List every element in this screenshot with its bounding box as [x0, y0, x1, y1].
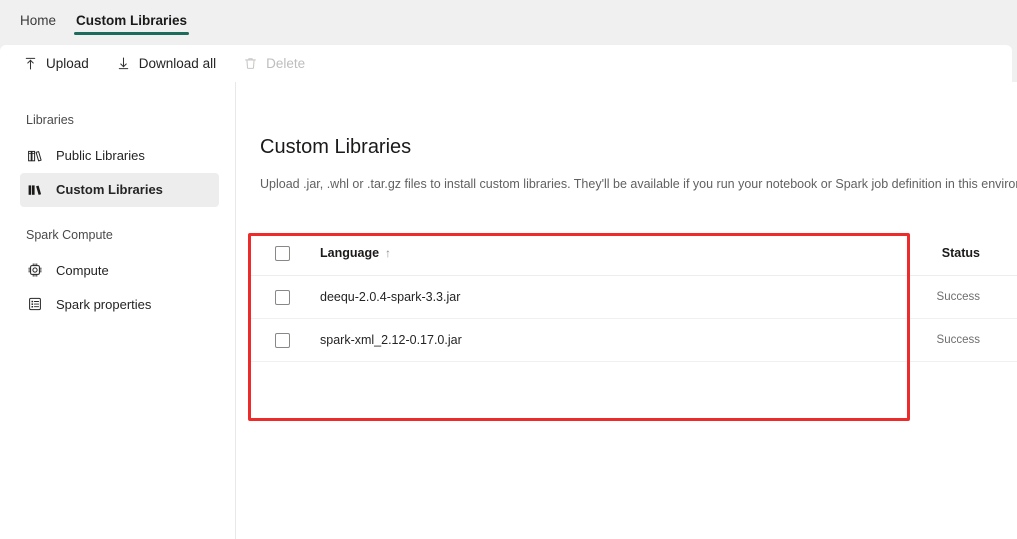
books-filled-icon: [26, 181, 44, 199]
upload-button[interactable]: Upload: [12, 50, 99, 77]
page-body: Libraries Public Libraries Custom Librar…: [0, 82, 1017, 539]
row-status-value: Success: [936, 334, 980, 346]
sidebar-group-title-spark-compute: Spark Compute: [26, 227, 113, 242]
row-language-value: deequ-2.0.4-spark-3.3.jar: [320, 290, 461, 304]
upload-button-label: Upload: [46, 55, 89, 71]
row-status-value: Success: [936, 291, 980, 303]
sidebar-item-label-public-libraries: Public Libraries: [56, 148, 145, 163]
command-bar: Upload Download all Delete: [0, 45, 1012, 82]
row-select-cell: [275, 289, 320, 305]
tab-strip: Home Custom Libraries: [0, 0, 1017, 45]
table-row[interactable]: deequ-2.0.4-spark-3.3.jar Success: [249, 276, 1017, 319]
tab-home[interactable]: Home: [10, 0, 66, 40]
page-title: Custom Libraries: [260, 136, 412, 158]
command-bar-background: Upload Download all Delete: [0, 45, 1017, 82]
column-header-language[interactable]: Language ↑: [320, 246, 867, 260]
custom-libraries-table: Language ↑ Status deequ-2.0.4-spark-3.3.…: [249, 231, 1017, 362]
books-outline-icon: [26, 147, 44, 165]
select-all-cell: [275, 245, 320, 261]
column-header-status[interactable]: Status: [867, 246, 1017, 260]
delete-button-label: Delete: [266, 55, 306, 71]
row-language-value: spark-xml_2.12-0.17.0.jar: [320, 333, 462, 347]
sidebar-group-spark-compute: Spark Compute Compute Spark properties: [0, 227, 235, 322]
row-checkbox[interactable]: [275, 289, 290, 305]
sidebar-group-libraries: Libraries Public Libraries Custom Librar…: [0, 114, 235, 207]
column-header-language-label: Language: [320, 246, 380, 260]
sidebar-group-title-libraries: Libraries: [26, 113, 74, 127]
sidebar: Libraries Public Libraries Custom Librar…: [0, 82, 236, 539]
delete-button[interactable]: Delete: [232, 50, 315, 77]
sidebar-item-compute[interactable]: Compute: [20, 253, 219, 287]
select-all-checkbox[interactable]: [275, 245, 290, 261]
table-row[interactable]: spark-xml_2.12-0.17.0.jar Success: [249, 319, 1017, 362]
app-window: Home Custom Libraries Upload Download al…: [0, 0, 1017, 539]
download-all-button[interactable]: Download all: [105, 50, 226, 77]
upload-arrow-icon: [22, 55, 39, 72]
sidebar-item-label-custom-libraries: Custom Libraries: [56, 182, 163, 197]
sidebar-item-custom-libraries[interactable]: Custom Libraries: [20, 172, 219, 207]
sidebar-item-label-spark-properties: Spark properties: [56, 296, 152, 312]
row-select-cell: [275, 332, 320, 348]
list-document-icon: [26, 295, 44, 313]
trash-icon: [242, 55, 259, 72]
download-all-button-label: Download all: [138, 55, 217, 71]
page-description: Upload .jar, .whl or .tar.gz files to in…: [260, 177, 1017, 191]
sidebar-item-public-libraries[interactable]: Public Libraries: [20, 139, 219, 173]
tab-custom-libraries[interactable]: Custom Libraries: [66, 0, 197, 40]
sort-ascending-icon: ↑: [385, 246, 392, 260]
download-arrow-icon: [115, 55, 132, 72]
main-content: Custom Libraries Upload .jar, .whl or .t…: [236, 82, 1017, 539]
row-checkbox[interactable]: [275, 332, 290, 348]
cpu-chip-icon: [26, 261, 44, 279]
sidebar-item-label-compute: Compute: [56, 262, 109, 278]
sidebar-item-spark-properties[interactable]: Spark properties: [20, 287, 219, 321]
table-header-row: Language ↑ Status: [249, 231, 1017, 276]
